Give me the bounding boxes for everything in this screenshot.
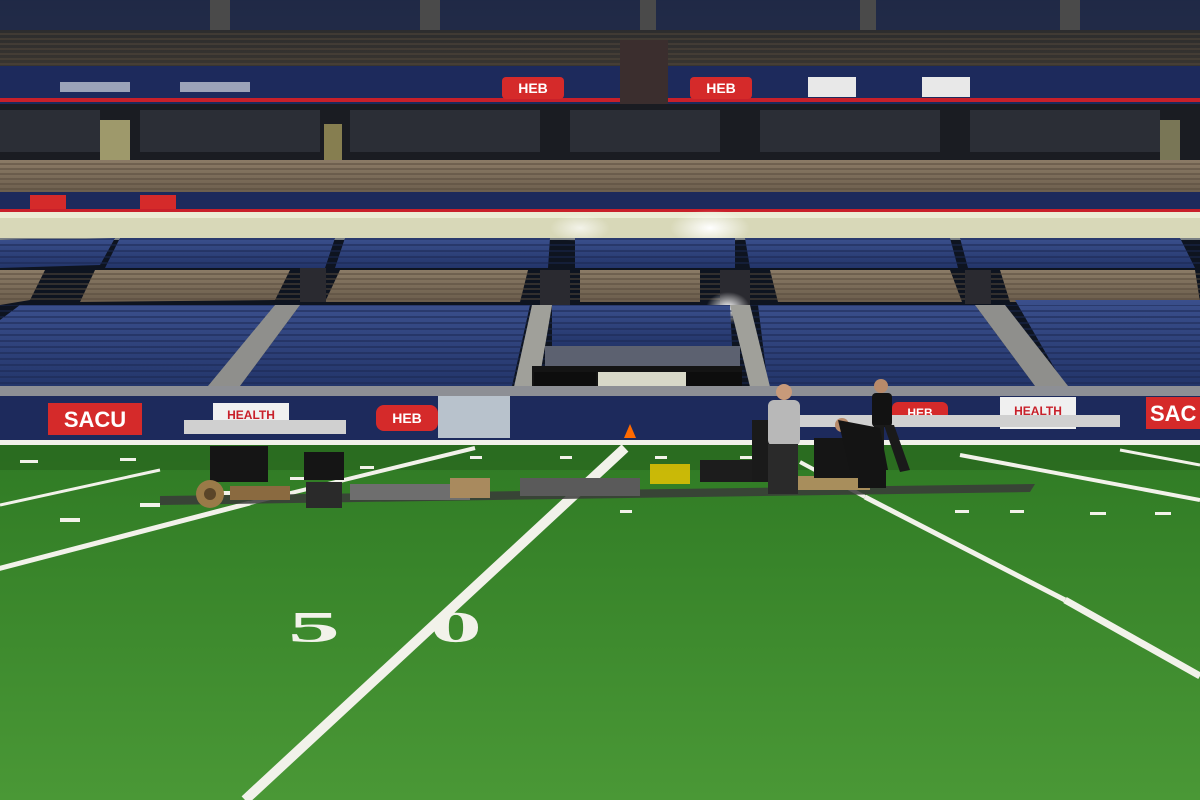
upper-sign-heb-right: HEB <box>690 77 752 99</box>
lower-bowl-tan-tier <box>0 270 1200 305</box>
svg-text:HEALTH: HEALTH <box>227 408 275 422</box>
wall-sign-sacu-left: SACU <box>48 403 142 435</box>
svg-text:SACU: SACU <box>64 407 126 432</box>
stadium-photo: HEB HEB SACU HEALTH HEB HEB HEALTH SAC 5… <box>0 0 1200 800</box>
svg-text:HEB: HEB <box>392 410 422 426</box>
scoreboard-panel <box>620 40 668 106</box>
upper-sign-logo <box>808 77 856 97</box>
crew-member <box>768 384 800 494</box>
yard-number: 50 <box>288 603 572 651</box>
sideline <box>0 440 1200 445</box>
svg-text:HEB: HEB <box>518 80 548 96</box>
wall-sign-sac-right: SAC <box>1146 397 1200 429</box>
upper-sign-heb-left: HEB <box>502 77 564 99</box>
svg-text:50: 50 <box>288 603 572 651</box>
svg-text:HEB: HEB <box>706 80 736 96</box>
wall-sign-heb-left: HEB <box>376 405 438 431</box>
speaker-case <box>210 446 268 482</box>
equipment-case <box>438 396 510 438</box>
bench <box>184 420 346 434</box>
speaker-case <box>304 452 344 480</box>
svg-text:SAC: SAC <box>1150 401 1197 426</box>
stadium-illustration: HEB HEB SACU HEALTH HEB HEB HEALTH SAC 5… <box>0 0 1200 800</box>
lower-bowl-upper-tier <box>0 238 1200 268</box>
upper-sign-logo <box>922 77 970 97</box>
